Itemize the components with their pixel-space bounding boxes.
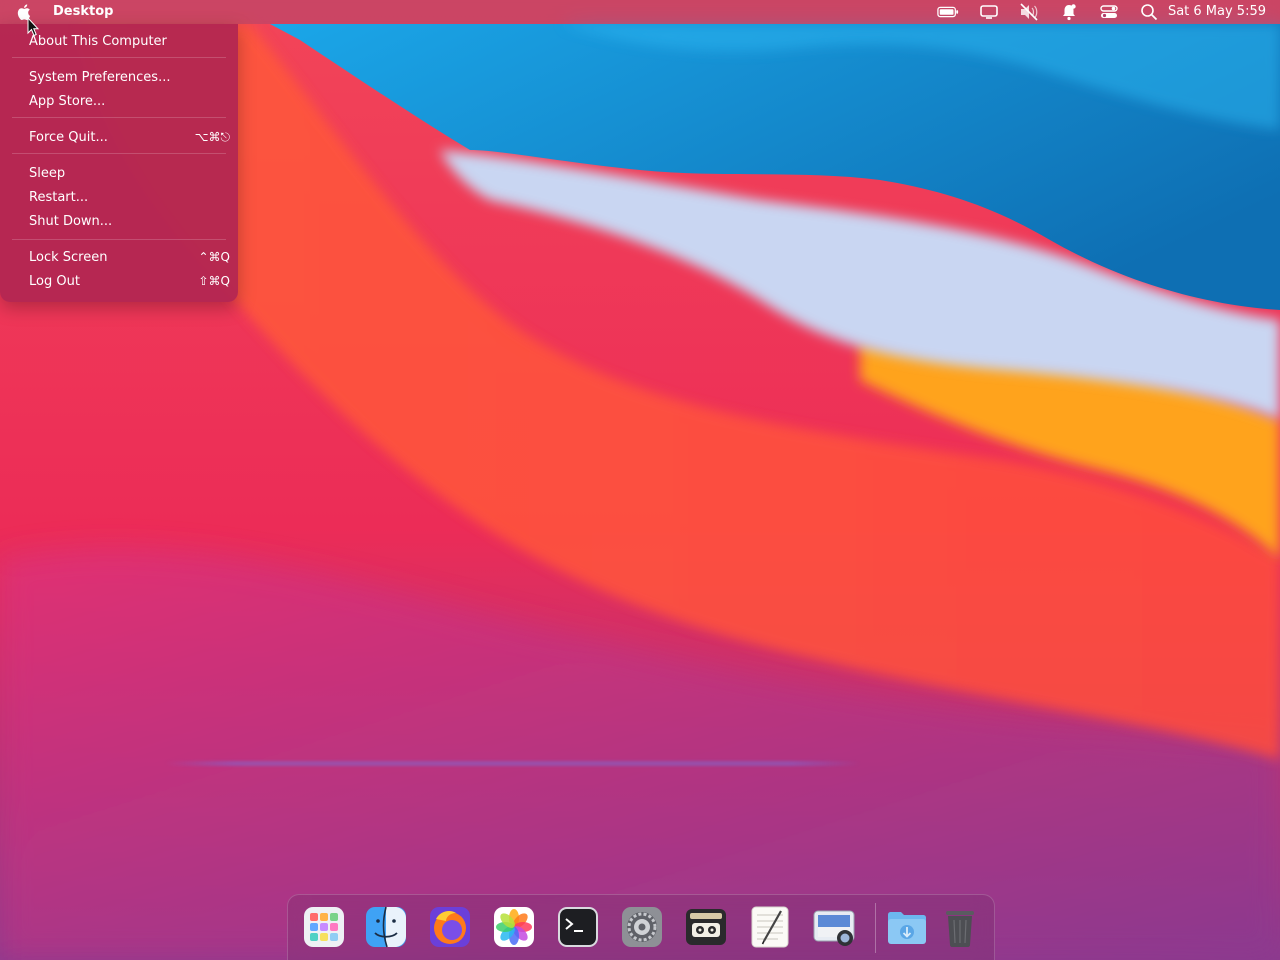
desktop: Desktop Sat 6 May 5:59 About This Comput… [0,0,1280,960]
menu-separator [12,57,226,58]
menu-item-sleep[interactable]: Sleep [6,163,232,185]
app-title[interactable]: Desktop [53,4,113,19]
menu-item-force-quit[interactable]: Force Quit... ⌥⌘⎋ [6,127,232,149]
menu-item-label: Lock Screen [29,250,108,265]
menu-item-label: Log Out [29,274,80,289]
menu-item-restart[interactable]: Restart... [6,187,232,209]
desktop-highlight-bar [165,761,860,766]
mouse-cursor-icon [27,17,39,37]
clock[interactable]: Sat 6 May 5:59 [1168,4,1266,19]
muted-speaker-icon[interactable] [1018,2,1040,22]
menu-separator [12,117,226,118]
downloads-folder-icon[interactable] [885,905,929,949]
text-editor-icon[interactable] [748,905,792,949]
system-preferences-icon[interactable] [620,905,664,949]
control-center-icon[interactable] [1098,2,1120,22]
finder-icon[interactable] [364,905,408,949]
menu-item-label: About This Computer [29,34,167,49]
menu-item-log-out[interactable]: Log Out ⇧⌘Q [6,271,232,293]
tape-recorder-icon[interactable] [684,905,728,949]
menu-item-shortcut: ⇧⌘Q [198,274,231,288]
terminal-icon[interactable] [556,905,600,949]
menu-item-label: Restart... [29,190,89,205]
menu-item-label: App Store... [29,94,106,109]
menu-item-shortcut: ⌥⌘⎋ [194,130,230,144]
menu-item-system-preferences[interactable]: System Preferences... [6,67,232,89]
menu-item-lock-screen[interactable]: Lock Screen ⌃⌘Q [6,247,232,269]
menu-item-label: Sleep [29,166,66,181]
apple-menu: About This Computer System Preferences..… [0,24,238,302]
menu-item-label: System Preferences... [29,70,171,85]
launchpad-icon[interactable] [302,905,346,949]
trash-icon[interactable] [938,905,982,949]
notification-bell-icon[interactable] [1058,2,1080,22]
dock [287,894,995,960]
menu-bar: Desktop Sat 6 May 5:59 [0,0,1280,24]
menu-separator [12,153,226,154]
menu-separator [12,239,226,240]
battery-icon[interactable] [937,2,959,22]
firefox-icon[interactable] [428,905,472,949]
menu-item-shut-down[interactable]: Shut Down... [6,211,232,233]
menu-item-label: Shut Down... [29,214,113,229]
menu-item-app-store[interactable]: App Store... [6,91,232,113]
photos-icon[interactable] [492,905,536,949]
menu-item-about[interactable]: About This Computer [6,31,232,53]
dock-separator [875,903,876,953]
search-icon[interactable] [1138,2,1160,22]
menu-item-shortcut: ⌃⌘Q [198,250,231,264]
display-icon[interactable] [978,2,1000,22]
screenshot-icon[interactable] [812,905,856,949]
menu-item-label: Force Quit... [29,130,108,145]
